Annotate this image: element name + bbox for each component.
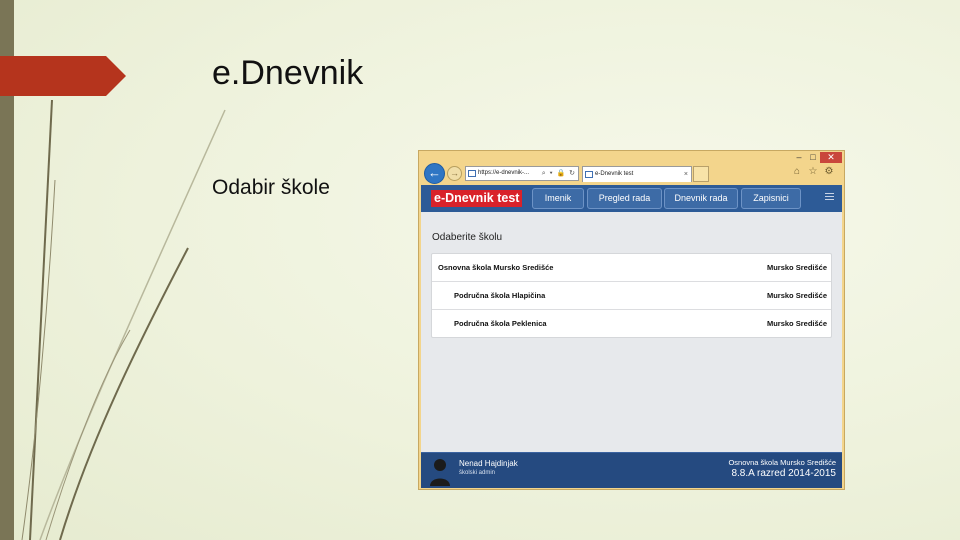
slide-arrow-shape: [0, 56, 126, 96]
nav-pregled-rada-button[interactable]: Pregled rada: [587, 188, 662, 209]
close-button[interactable]: ✕: [820, 152, 842, 163]
user-name[interactable]: Nenad Hajdinjak: [459, 459, 518, 468]
maximize-button[interactable]: □: [806, 152, 820, 163]
app-header: e-Dnevnik test Imenik Pregled rada Dnevn…: [421, 185, 842, 212]
tab-title: e-Dnevnik test: [595, 171, 634, 177]
browser-toolbar: ⌂ ☆ ⚙: [791, 165, 835, 179]
tab-close-icon[interactable]: ×: [684, 167, 688, 182]
school-row[interactable]: Osnovna škola Mursko Središće Mursko Sre…: [432, 254, 831, 282]
school-row[interactable]: Područna škola Hlapičina Mursko Središće: [432, 282, 831, 310]
app-logo[interactable]: e-Dnevnik test: [431, 190, 523, 207]
footer-school-name: Osnovna škola Mursko Središće: [728, 458, 836, 467]
browser-tab[interactable]: e-Dnevnik test ×: [582, 166, 692, 182]
minimize-button[interactable]: –: [792, 152, 806, 163]
home-icon[interactable]: ⌂: [791, 165, 803, 179]
new-tab-button[interactable]: [693, 166, 709, 182]
address-bar[interactable]: https://e-dnevnik-... ⌕ ▾ 🔒 ↻: [465, 166, 579, 181]
forward-arrow-icon[interactable]: →: [447, 166, 462, 181]
hamburger-menu-icon[interactable]: [825, 193, 834, 202]
back-arrow-icon[interactable]: ←: [424, 163, 445, 184]
star-icon[interactable]: ☆: [807, 165, 819, 179]
address-tools-icons[interactable]: ⌕ ▾ 🔒 ↻: [542, 167, 576, 180]
nav-imenik-button[interactable]: Imenik: [532, 188, 584, 209]
school-name: Područna škola Hlapičina: [454, 291, 546, 300]
window-controls: – □ ✕: [792, 152, 842, 163]
gear-icon[interactable]: ⚙: [823, 165, 835, 179]
user-role: školski admin: [459, 470, 496, 476]
footer-class-year: 8.8.A razred 2014-2015: [731, 468, 836, 479]
slide-title: e.Dnevnik: [212, 54, 364, 92]
app-footer: Nenad Hajdinjak školski admin Osnovna šk…: [421, 452, 842, 488]
school-place: Mursko Središće: [766, 319, 827, 328]
tab-site-icon: [585, 171, 593, 178]
nav-dnevnik-rada-button[interactable]: Dnevnik rada: [664, 188, 738, 209]
school-list: Osnovna škola Mursko Središće Mursko Sre…: [431, 253, 832, 338]
site-icon: [468, 170, 476, 177]
school-row[interactable]: Područna škola Peklenica Mursko Središće: [432, 310, 831, 337]
user-avatar-icon: [430, 459, 450, 486]
school-place: Mursko Središće: [766, 263, 827, 272]
school-place: Mursko Središće: [766, 291, 827, 300]
browser-window: – □ ✕ ← → https://e-dnevnik-... ⌕ ▾ 🔒 ↻ …: [418, 150, 845, 490]
browser-nav-bar: ← → https://e-dnevnik-... ⌕ ▾ 🔒 ↻ e-Dnev…: [421, 163, 841, 185]
browser-viewport: e-Dnevnik test Imenik Pregled rada Dnevn…: [421, 185, 842, 488]
slide-bullet-text: Odabir škole: [212, 176, 330, 199]
address-text: https://e-dnevnik-...: [478, 170, 530, 176]
page-heading: Odaberite školu: [432, 232, 503, 243]
school-name: Područna škola Peklenica: [454, 319, 547, 328]
school-name: Osnovna škola Mursko Središće: [438, 263, 554, 272]
nav-zapisnici-button[interactable]: Zapisnici: [741, 188, 801, 209]
